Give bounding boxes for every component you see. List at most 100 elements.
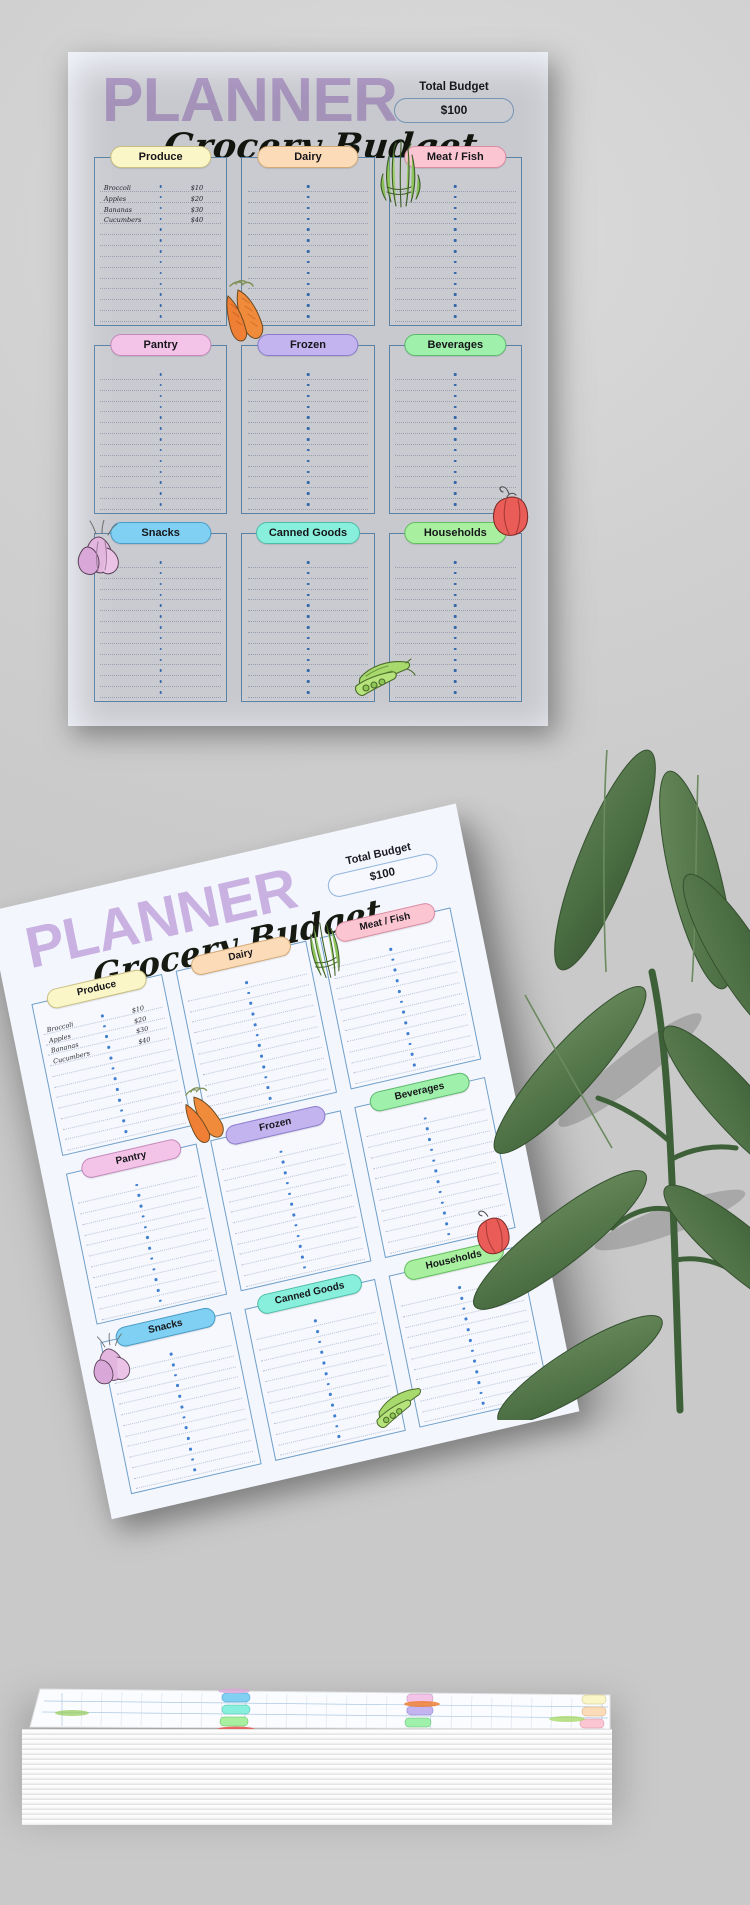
- row-separator-dot: [477, 1380, 481, 1385]
- row-separator-dot: [317, 1340, 322, 1344]
- row-separator-dot: [117, 1098, 121, 1102]
- row-separator-dot: [145, 1236, 149, 1240]
- category-pill-meat-fish[interactable]: Meat / Fish: [404, 146, 506, 168]
- row-separator-dot: [401, 1010, 405, 1014]
- row-separator-dot: [289, 1202, 293, 1206]
- row-separator-dot: [287, 1192, 291, 1196]
- row-separator-dot: [115, 1087, 119, 1092]
- row-separator-dot: [481, 1401, 485, 1406]
- row-separator-dot: [425, 1127, 429, 1131]
- row-separator-dot: [423, 1116, 427, 1120]
- row-separator-dot: [302, 1266, 306, 1270]
- row-separator-dot: [330, 1403, 334, 1407]
- category-pill-beverages[interactable]: Beverages: [404, 334, 506, 356]
- category-card-pantry-tilted: Pantry: [65, 1137, 228, 1325]
- row-separator-dot: [432, 1158, 436, 1163]
- category-pill-households[interactable]: Households: [404, 522, 506, 544]
- row-separator-dot: [393, 968, 397, 972]
- category-pill-canned-goods[interactable]: Canned Goods: [255, 522, 360, 544]
- row-separator-dot: [283, 1171, 287, 1175]
- row-separator-dot: [268, 1096, 272, 1100]
- row-separator-dot: [141, 1215, 145, 1219]
- row-separator-dot: [464, 1317, 468, 1321]
- row-separator-dot: [266, 1086, 270, 1090]
- row-separator-dot: [259, 1054, 263, 1058]
- row-separator-dot: [440, 1201, 444, 1205]
- row-separator-dot: [251, 1012, 255, 1016]
- row-separator-dot: [156, 1288, 160, 1292]
- row-separator-dot: [182, 1415, 186, 1420]
- row-separator-dot: [294, 1223, 298, 1227]
- row-separator-dot: [434, 1169, 438, 1173]
- row-separator-dot: [285, 1181, 289, 1185]
- row-separator-dot: [300, 1255, 304, 1259]
- stack-sheet-edge: [22, 1819, 612, 1825]
- row-separator-dot: [479, 1391, 483, 1395]
- row-separator-dot: [246, 991, 250, 995]
- row-separator-dot: [154, 1278, 158, 1282]
- write-line[interactable]: [280, 1427, 400, 1456]
- row-separator-dot: [158, 1299, 162, 1303]
- row-separator-dot: [171, 1363, 175, 1367]
- category-pill-pantry[interactable]: Pantry: [109, 334, 212, 356]
- row-separator-dot: [427, 1137, 431, 1142]
- row-separator-dot: [190, 1458, 194, 1462]
- row-separator-dot: [281, 1160, 285, 1164]
- row-separator-dot: [111, 1066, 115, 1070]
- category-card-canned-goods-tilted: Canned Goods: [244, 1272, 406, 1461]
- row-separator-dot: [444, 1222, 448, 1226]
- row-separator-dot: [152, 1267, 156, 1271]
- row-separator-dot: [447, 1232, 451, 1236]
- total-budget-block-tilted: Total Budget $100: [323, 836, 440, 900]
- row-separator-dot: [406, 1031, 410, 1035]
- category-card-households-tilted: Households: [388, 1239, 551, 1428]
- row-separator-dot: [395, 979, 399, 983]
- row-separator-dot: [397, 989, 401, 993]
- row-separator-dot: [438, 1190, 442, 1194]
- row-separator-dot: [261, 1065, 265, 1069]
- category-card-dairy-tilted: Dairy: [175, 934, 338, 1123]
- row-separator-dot: [475, 1370, 479, 1374]
- row-separator-dot: [324, 1372, 328, 1376]
- row-separator-dot: [470, 1349, 474, 1353]
- category-card-produce-tilted: Broccoli $10 Apples $20 Bananas $30 Cucumbers $…: [31, 967, 193, 1156]
- row-separator-dot: [442, 1211, 446, 1215]
- row-separator-dot: [457, 1286, 461, 1290]
- row-separator-dot: [178, 1394, 182, 1398]
- row-separator-dot: [322, 1361, 326, 1365]
- row-separator-dot: [109, 1056, 113, 1060]
- row-separator-dot: [332, 1414, 337, 1418]
- category-card-beverages-tilted: Beverages: [354, 1070, 516, 1259]
- row-separator-dot: [253, 1023, 257, 1027]
- row-separator-dot: [113, 1077, 117, 1081]
- category-pill-produce[interactable]: Produce: [109, 146, 212, 168]
- category-pill-snacks[interactable]: Snacks: [109, 522, 212, 544]
- row-separator-dot: [279, 1150, 283, 1154]
- row-separator-dot: [412, 1063, 416, 1067]
- row-separator-dot: [315, 1329, 319, 1334]
- row-separator-dot: [173, 1373, 177, 1377]
- row-separator-dot: [326, 1382, 330, 1386]
- row-separator-dot: [472, 1359, 476, 1363]
- category-pill-frozen[interactable]: Frozen: [257, 334, 359, 356]
- row-separator-dot: [410, 1052, 414, 1057]
- row-separator-dot: [244, 980, 248, 984]
- row-separator-dot: [255, 1033, 259, 1037]
- row-separator-dot: [137, 1193, 141, 1198]
- row-separator-dot: [147, 1246, 151, 1250]
- category-grid-tilted: Broccoli $10 Apples $20 Bananas $30 Cucumbers $…: [31, 901, 551, 1495]
- row-separator-dot: [292, 1213, 296, 1217]
- row-separator-dot: [124, 1130, 128, 1134]
- row-separator-dot: [320, 1350, 324, 1355]
- row-separator-dot: [150, 1257, 154, 1261]
- category-pill-dairy[interactable]: Dairy: [257, 146, 359, 168]
- row-separator-dot: [122, 1119, 126, 1123]
- category-card-frozen-tilted: Frozen: [210, 1103, 372, 1292]
- row-separator-dot: [193, 1468, 197, 1472]
- write-line[interactable]: [136, 1460, 255, 1490]
- row-separator-dot: [313, 1319, 317, 1323]
- row-separator-dot: [264, 1075, 268, 1079]
- write-line[interactable]: [424, 1394, 544, 1423]
- row-separator-dot: [119, 1108, 123, 1113]
- row-separator-dot: [391, 958, 395, 962]
